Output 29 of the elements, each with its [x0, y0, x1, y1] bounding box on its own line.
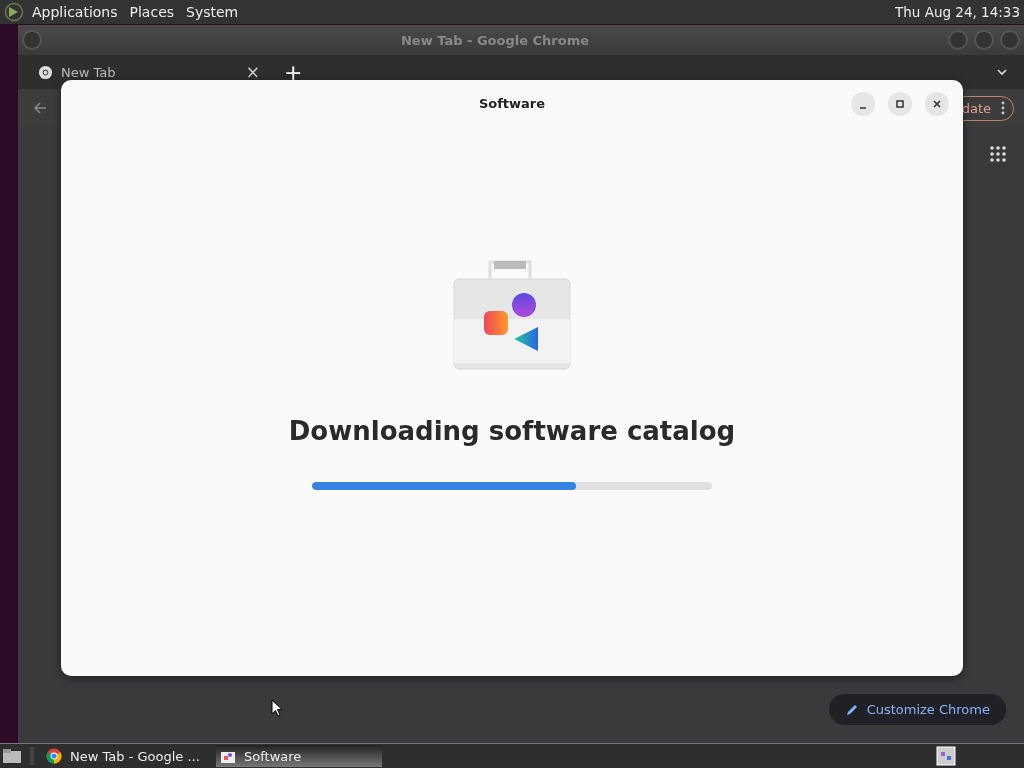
more-icon[interactable]: [1001, 101, 1005, 115]
taskbar-item[interactable]: Software: [216, 745, 382, 767]
back-icon[interactable]: [32, 100, 48, 116]
panel-menu[interactable]: Applications: [32, 4, 118, 20]
chrome-icon: [46, 748, 62, 764]
taskbar-item[interactable]: New Tab - Google ...: [42, 745, 210, 767]
maximize-icon: [895, 99, 905, 109]
workspace-icon[interactable]: [936, 746, 956, 766]
tab-title: New Tab: [61, 64, 117, 80]
panel-menu[interactable]: System: [186, 4, 239, 20]
tab-close-button[interactable]: ×: [245, 62, 260, 82]
logo-icon[interactable]: [4, 2, 24, 22]
dialog-title: Software: [478, 95, 546, 111]
minimize-icon: [858, 106, 868, 109]
window-title: New Tab - Google Chrome: [399, 32, 591, 48]
dialog-heading: Downloading software catalog: [288, 416, 736, 446]
clock[interactable]: Thu Aug 24, 14:33: [895, 4, 1020, 20]
apps-grid-icon[interactable]: [989, 145, 1007, 163]
folder-icon[interactable]: [2, 748, 22, 764]
mouse-cursor-icon: [271, 699, 283, 717]
pencil-icon: [844, 702, 859, 717]
browser-tab[interactable]: New Tab ×: [38, 62, 260, 82]
maximize-button[interactable]: [888, 92, 912, 116]
close-button[interactable]: [925, 92, 949, 116]
chrome-icon: [38, 64, 53, 80]
chevron-down-icon[interactable]: [996, 66, 1008, 78]
customize-button[interactable]: Customize Chrome: [828, 694, 1006, 725]
panel-menu[interactable]: Places: [129, 4, 175, 20]
close-icon: [932, 99, 942, 109]
